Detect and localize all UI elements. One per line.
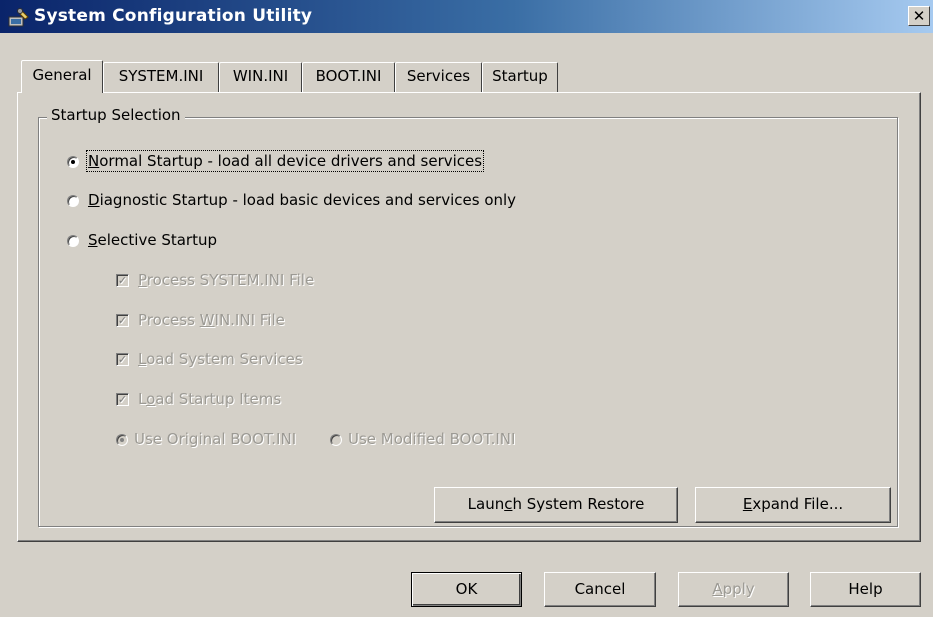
help-label: Help — [848, 580, 883, 598]
tab-system-ini[interactable]: SYSTEM.INI — [103, 62, 219, 92]
startup-selection-group: Startup Selection Normal Startup - load … — [38, 106, 898, 527]
startup-selection-legend: Startup Selection — [47, 106, 185, 124]
tab-boot-ini-label: BOOT.INI — [315, 67, 382, 85]
load-startup-items-label: Load Startup Items — [138, 390, 282, 408]
tab-boot-ini[interactable]: BOOT.INI — [302, 62, 395, 92]
tab-startup-label: Startup — [492, 67, 548, 85]
checkbox-checked-icon: ✓ — [116, 314, 129, 327]
general-tab-panel: Startup Selection Normal Startup - load … — [17, 92, 921, 542]
use-modified-boot-ini-label: Use Modified BOOT.INI — [348, 430, 516, 448]
tab-services[interactable]: Services — [395, 62, 482, 92]
process-win-ini-label: Process WIN.INI File — [138, 311, 285, 329]
window-title: System Configuration Utility — [34, 6, 313, 26]
load-system-services-label: Load System Services — [138, 350, 303, 368]
cancel-label: Cancel — [574, 580, 626, 598]
tab-win-ini-label: WIN.INI — [232, 67, 289, 85]
ok-button[interactable]: OK — [411, 572, 522, 607]
tab-startup[interactable]: Startup — [482, 62, 558, 92]
tab-system-ini-label: SYSTEM.INI — [118, 67, 204, 85]
tab-win-ini[interactable]: WIN.INI — [219, 62, 302, 92]
normal-startup-label: Normal Startup - load all device drivers… — [85, 150, 485, 172]
launch-system-restore-button[interactable]: Launch System Restore — [434, 487, 678, 523]
checkbox-checked-icon: ✓ — [116, 353, 129, 366]
tab-services-label: Services — [406, 67, 471, 85]
use-original-boot-ini-label: Use Original BOOT.INI — [134, 430, 297, 448]
ok-label: OK — [455, 580, 478, 598]
radio-empty-icon — [67, 195, 79, 207]
help-button[interactable]: Help — [810, 572, 921, 607]
system-config-icon — [8, 8, 29, 27]
diagnostic-startup-label: Diagnostic Startup - load basic devices … — [88, 191, 517, 209]
process-system-ini-label: Process SYSTEM.INI File — [138, 271, 315, 289]
expand-file-button[interactable]: Expand File... — [695, 487, 891, 523]
tab-general-label: General — [32, 66, 92, 84]
tab-general[interactable]: General — [21, 60, 103, 93]
selective-startup-label: Selective Startup — [88, 231, 217, 249]
radio-empty-icon — [67, 235, 79, 247]
close-icon: ✕ — [912, 7, 926, 25]
close-button[interactable]: ✕ — [908, 6, 930, 26]
apply-button[interactable]: Apply — [678, 572, 789, 607]
radio-selected-icon — [67, 156, 79, 168]
checkbox-checked-icon: ✓ — [116, 274, 129, 287]
cancel-button[interactable]: Cancel — [544, 572, 656, 607]
radio-empty-icon — [330, 434, 342, 446]
title-bar[interactable]: System Configuration Utility ✕ — [0, 0, 933, 33]
checkbox-checked-icon: ✓ — [116, 393, 129, 406]
radio-selected-icon — [116, 434, 128, 446]
